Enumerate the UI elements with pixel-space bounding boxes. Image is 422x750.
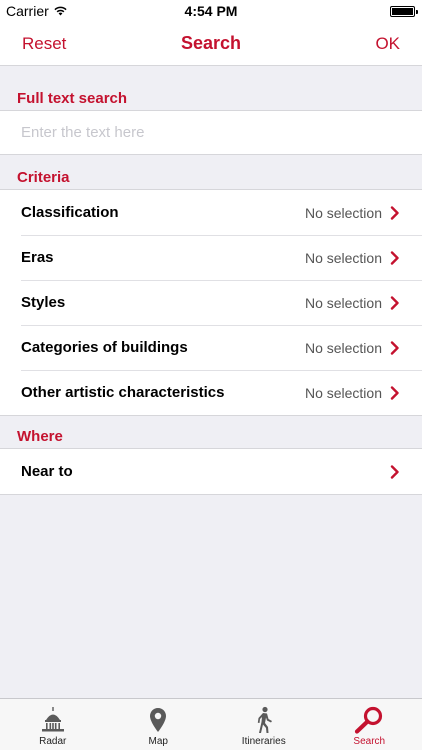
row-label: Near to — [21, 463, 73, 480]
ok-button[interactable]: OK — [375, 34, 400, 54]
tab-search[interactable]: Search — [317, 699, 422, 750]
battery-icon — [390, 5, 418, 17]
chevron-right-icon — [390, 385, 399, 400]
tab-label: Map — [148, 736, 168, 747]
row-value: No selection — [304, 339, 382, 356]
row-value: No selection — [304, 249, 382, 266]
row-label: Eras — [21, 249, 54, 266]
criteria-row-categories-of-buildings[interactable]: Categories of buildings No selection — [0, 325, 422, 370]
tab-radar[interactable]: Radar — [0, 699, 106, 750]
row-value: No selection — [304, 384, 382, 401]
chevron-right-icon — [390, 464, 399, 479]
chevron-right-icon — [390, 250, 399, 265]
row-value: No selection — [304, 294, 382, 311]
chevron-right-icon — [390, 295, 399, 310]
tab-map[interactable]: Map — [106, 699, 212, 750]
wifi-icon — [53, 3, 68, 19]
criteria-row-other-artistic-characteristics[interactable]: Other artistic characteristics No select… — [0, 370, 422, 415]
status-left: Carrier — [6, 3, 68, 19]
search-input[interactable] — [21, 124, 381, 141]
map-pin-icon — [150, 708, 167, 732]
navigation-bar: Reset Search OK — [0, 22, 422, 66]
criteria-row-styles[interactable]: Styles No selection — [0, 280, 422, 325]
where-header: Where — [17, 428, 63, 445]
tab-label: Search — [353, 736, 386, 747]
carrier-label: Carrier — [6, 3, 49, 19]
status-bar: Carrier 4:54 PM — [0, 0, 422, 22]
where-row-near-to[interactable]: Near to — [0, 449, 422, 494]
walking-person-icon — [257, 706, 272, 733]
row-label: Other artistic characteristics — [21, 384, 225, 401]
capitol-dome-icon — [41, 707, 64, 732]
tab-label: Radar — [39, 736, 67, 747]
full-text-search-header: Full text search — [17, 90, 128, 107]
chevron-right-icon — [390, 340, 399, 355]
criteria-row-classification[interactable]: Classification No selection — [0, 190, 422, 235]
criteria-group: Classification No selection Eras No sele… — [0, 189, 422, 416]
tab-bar: Radar Map Itineraries Search — [0, 698, 422, 750]
magnifier-icon — [355, 706, 383, 734]
row-value: No selection — [304, 204, 382, 221]
row-label: Classification — [21, 204, 119, 221]
criteria-row-eras[interactable]: Eras No selection — [0, 235, 422, 280]
tab-itineraries[interactable]: Itineraries — [211, 699, 317, 750]
row-label: Styles — [21, 294, 66, 311]
criteria-header: Criteria — [17, 169, 70, 186]
search-field-row — [0, 111, 422, 154]
row-label: Categories of buildings — [21, 339, 188, 356]
tab-label: Itineraries — [241, 736, 286, 747]
chevron-right-icon — [390, 205, 399, 220]
reset-button[interactable]: Reset — [22, 34, 66, 54]
full-text-search-group — [0, 110, 422, 155]
where-group: Near to — [0, 448, 422, 495]
